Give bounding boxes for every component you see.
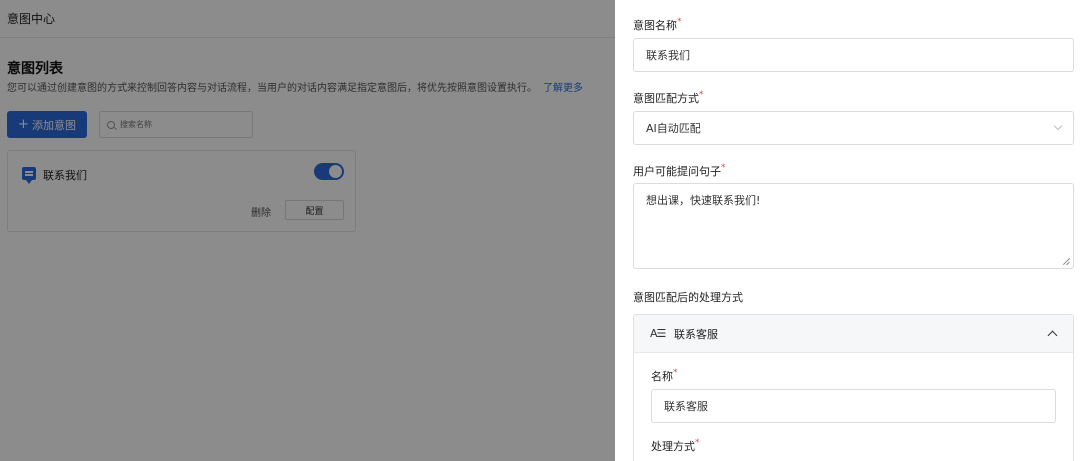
sentences-value: 想出课，快速联系我们! [646, 194, 761, 207]
intent-config-drawer: 意图名称* 联系我们 意图匹配方式* AI自动匹配 用户可能提问句子* 想出课，… [615, 0, 1080, 461]
chevron-up-icon[interactable] [1047, 330, 1058, 341]
intent-name-input[interactable]: 联系我们 [633, 38, 1074, 72]
intent-name-label-text: 意图名称 [633, 19, 677, 32]
required-mark: * [673, 368, 678, 378]
action-name-value: 联系客服 [664, 400, 708, 413]
required-mark: * [699, 90, 704, 100]
chevron-down-icon [1053, 121, 1063, 131]
match-mode-value: AI自动匹配 [646, 122, 701, 135]
action-collapse-panel: A☰ 联系客服 名称* 联系客服 处理方式* [633, 314, 1074, 461]
match-mode-select[interactable]: AI自动匹配 [633, 111, 1074, 145]
text-action-icon: A☰ [650, 327, 666, 340]
match-mode-label-text: 意图匹配方式 [633, 92, 699, 105]
sentences-label-text: 用户可能提问句子 [633, 165, 721, 178]
after-match-label: 意图匹配后的处理方式 [633, 291, 743, 304]
action-mode-label: 处理方式* [651, 438, 700, 454]
required-mark: * [677, 17, 682, 27]
intent-name-value: 联系我们 [646, 49, 690, 62]
sentences-textarea[interactable]: 想出课，快速联系我们! [633, 183, 1074, 269]
intent-name-label: 意图名称* [633, 17, 682, 33]
action-title: 联系客服 [674, 327, 718, 341]
action-collapse-header[interactable]: A☰ 联系客服 [634, 315, 1073, 353]
match-mode-label: 意图匹配方式* [633, 90, 704, 106]
action-mode-label-text: 处理方式 [651, 440, 695, 453]
required-mark: * [695, 438, 700, 448]
modal-overlay[interactable] [0, 0, 615, 461]
action-name-label: 名称* [651, 368, 678, 384]
required-mark: * [721, 163, 726, 173]
action-name-label-text: 名称 [651, 370, 673, 383]
action-name-input[interactable]: 联系客服 [651, 389, 1056, 423]
resize-handle-icon[interactable] [1063, 258, 1070, 265]
sentences-label: 用户可能提问句子* [633, 163, 726, 179]
